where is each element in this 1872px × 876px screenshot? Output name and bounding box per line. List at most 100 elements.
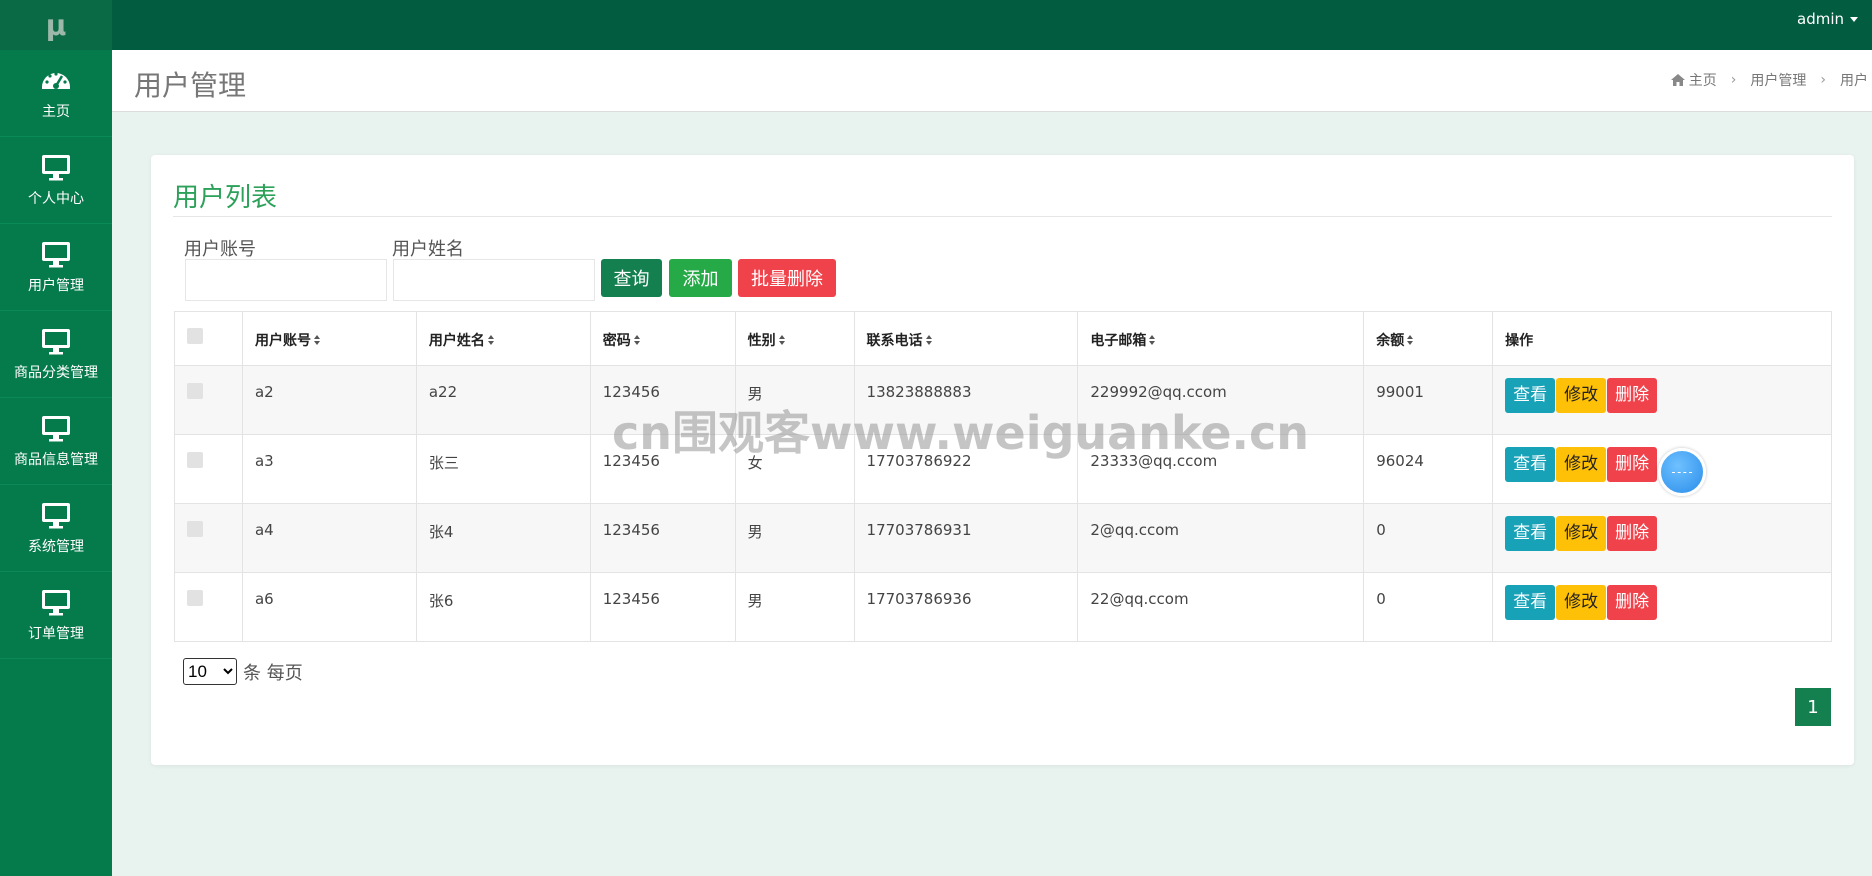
table-row: a4 张4 123456 男 17703786931 2@qq.ccom 0 查… [174, 503, 1832, 573]
cell-name: a22 [415, 365, 591, 435]
sidebar-item-category[interactable]: 商品分类管理 [0, 311, 112, 398]
monitor-icon [42, 155, 70, 181]
column-header[interactable]: 联系电话 [853, 311, 1079, 366]
batch-delete-button[interactable]: 批量删除 [738, 259, 836, 297]
select-all-checkbox[interactable] [187, 328, 203, 344]
edit-button[interactable]: 修改 [1556, 378, 1607, 413]
column-header[interactable]: 用户账号 [241, 311, 417, 366]
cell-account: a3 [241, 434, 417, 504]
row-select-cell [174, 503, 243, 573]
page-button-current[interactable]: 1 [1795, 688, 1831, 726]
sidebar-item-products[interactable]: 商品信息管理 [0, 398, 112, 485]
column-header-label: 用户账号 [254, 333, 311, 349]
monitor-icon [42, 242, 70, 268]
sidebar-item-system[interactable]: 系统管理 [0, 485, 112, 572]
sort-icon [313, 335, 321, 346]
view-button[interactable]: 查看 [1505, 516, 1556, 551]
watermark: cn围观客www.weiguanke.cn [612, 406, 1310, 460]
user-table: 用户账号 用户姓名 密码 性别 联系电话 电子邮箱 余额 操作 a2 a22 1… [174, 311, 1832, 642]
sidebar-item-label: 订单管理 [28, 626, 84, 642]
logo: μ [0, 0, 112, 50]
page-size-label: 条 每页 [243, 662, 303, 684]
monitor-icon [42, 590, 70, 616]
column-header-label: 操作 [1505, 333, 1534, 349]
cell-phone: 17703786931 [853, 503, 1079, 573]
view-button[interactable]: 查看 [1505, 378, 1556, 413]
edit-button[interactable]: 修改 [1556, 447, 1607, 482]
edit-button[interactable]: 修改 [1556, 585, 1607, 620]
sidebar: μ 主页 个人中心 用户管理 商品分类管理 商品信息管理 系统管理 订单管理 [0, 0, 112, 876]
name-search-input[interactable] [393, 259, 595, 301]
sidebar-item-label: 用户管理 [28, 278, 84, 294]
cell-account: a2 [241, 365, 417, 435]
column-header[interactable]: 密码 [589, 311, 736, 366]
column-header[interactable]: 余额 [1363, 311, 1494, 366]
name-label: 用户姓名 [392, 239, 464, 260]
sort-icon [778, 335, 786, 346]
chevron-right-icon: › [1820, 72, 1826, 88]
cell-balance: 99001 [1363, 365, 1494, 435]
floating-assistant-ball[interactable] [1658, 448, 1706, 496]
breadcrumb-user-management[interactable]: 用户管理 [1750, 70, 1806, 90]
caret-down-icon [1850, 16, 1858, 22]
row-checkbox[interactable] [187, 590, 203, 606]
sidebar-item-profile[interactable]: 个人中心 [0, 137, 112, 224]
cell-gender: 男 [734, 503, 855, 573]
column-header-label: 余额 [1376, 333, 1405, 349]
view-button[interactable]: 查看 [1505, 585, 1556, 620]
monitor-icon [42, 416, 70, 442]
delete-button[interactable]: 删除 [1607, 378, 1658, 413]
monitor-icon [42, 329, 70, 355]
account-search-input[interactable] [185, 259, 387, 301]
page-title: 用户管理 [134, 69, 247, 102]
sidebar-item-label: 商品分类管理 [14, 365, 98, 381]
sort-icon [633, 335, 641, 346]
cell-name: 张6 [415, 572, 591, 642]
select-all-cell [174, 311, 243, 366]
row-select-cell [174, 572, 243, 642]
page-size-select[interactable]: 10 [183, 658, 237, 685]
home-icon [1670, 74, 1685, 86]
sidebar-item-users[interactable]: 用户管理 [0, 224, 112, 311]
row-checkbox[interactable] [187, 452, 203, 468]
edit-button[interactable]: 修改 [1556, 516, 1607, 551]
column-header[interactable]: 用户姓名 [415, 311, 591, 366]
cell-actions: 查看 修改 删除 [1492, 503, 1832, 573]
cell-email: 22@qq.ccom [1077, 572, 1365, 642]
column-header-label: 性别 [747, 333, 776, 349]
chevron-right-icon: › [1730, 72, 1737, 88]
row-checkbox[interactable] [187, 521, 203, 537]
dashboard-icon [42, 72, 70, 89]
user-menu[interactable]: admin [1797, 10, 1858, 28]
query-button[interactable]: 查询 [601, 259, 662, 297]
page-header: 用户管理 主页 › 用户管理 › 用户 [112, 50, 1872, 112]
delete-button[interactable]: 删除 [1607, 585, 1658, 620]
column-header[interactable]: 电子邮箱 [1077, 311, 1365, 366]
sort-icon [1149, 335, 1156, 346]
column-header-label: 电子邮箱 [1090, 333, 1147, 349]
user-name: admin [1797, 10, 1844, 28]
sidebar-item-orders[interactable]: 订单管理 [0, 572, 112, 659]
cell-actions: 查看 修改 删除 [1492, 572, 1832, 642]
sort-icon [1407, 335, 1414, 346]
cell-name: 张三 [415, 434, 591, 504]
row-select-cell [174, 434, 243, 504]
column-header[interactable]: 性别 [734, 311, 855, 366]
row-checkbox[interactable] [187, 383, 203, 399]
breadcrumb-home[interactable]: 主页 [1689, 70, 1717, 90]
topbar: admin [112, 0, 1872, 50]
cell-phone: 17703786936 [853, 572, 1079, 642]
view-button[interactable]: 查看 [1505, 447, 1556, 482]
cell-account: a6 [241, 572, 417, 642]
add-button[interactable]: 添加 [669, 259, 732, 297]
sidebar-item-label: 商品信息管理 [14, 452, 98, 468]
row-select-cell [174, 365, 243, 435]
sidebar-item-home[interactable]: 主页 [0, 50, 112, 137]
delete-button[interactable]: 删除 [1607, 516, 1658, 551]
delete-button[interactable]: 删除 [1607, 447, 1658, 482]
sidebar-item-label: 主页 [42, 104, 70, 120]
sort-icon [487, 335, 495, 346]
column-header: 操作 [1492, 311, 1832, 366]
monitor-icon [42, 503, 70, 529]
card-title: 用户列表 [173, 183, 278, 213]
